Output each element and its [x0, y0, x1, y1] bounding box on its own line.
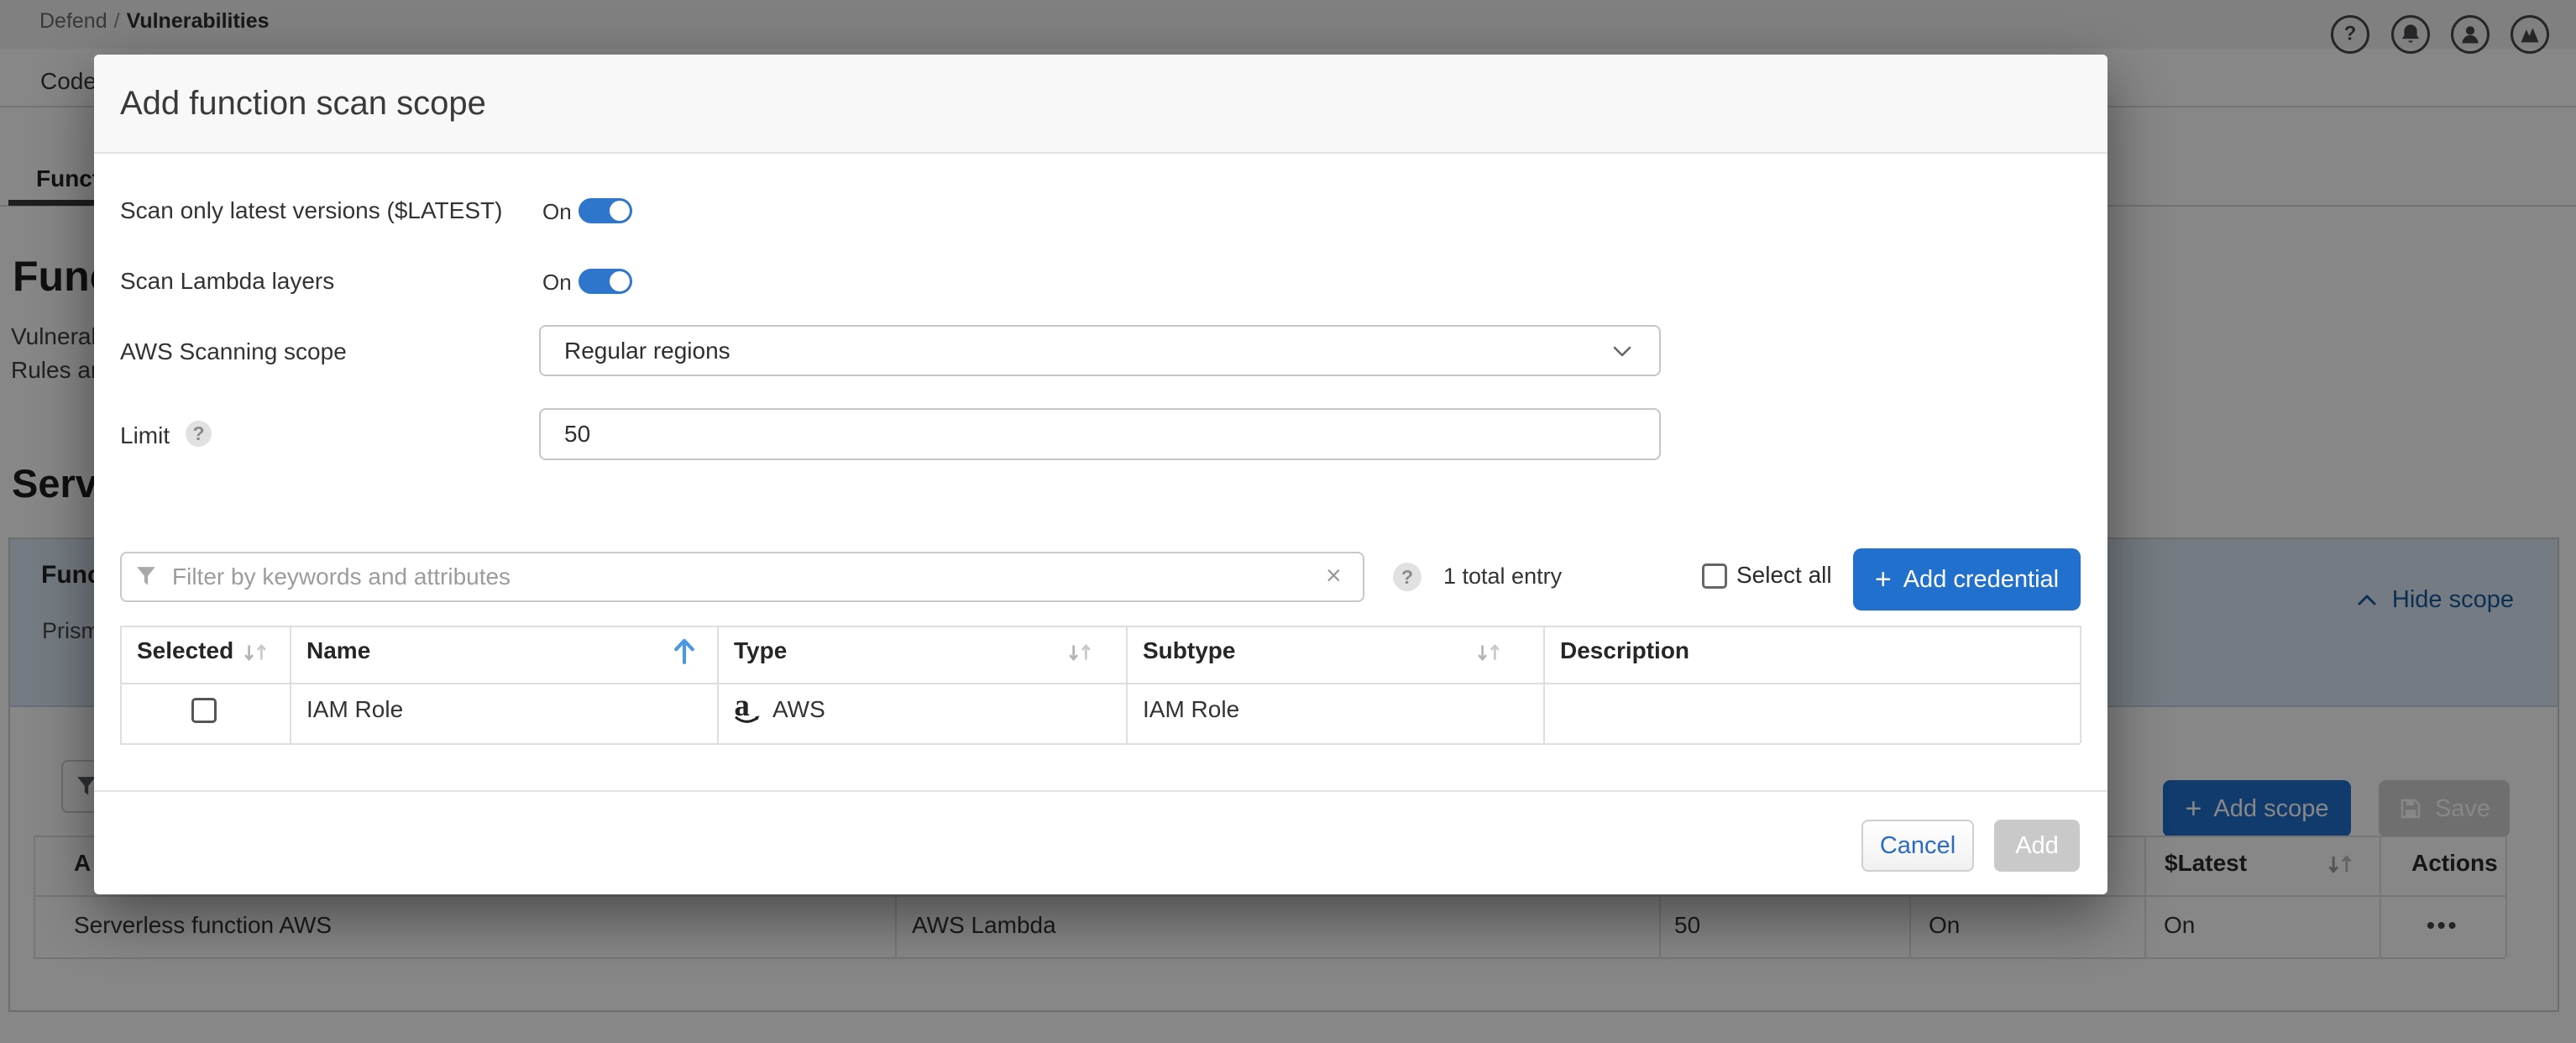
cell-subtype: IAM Role [1143, 696, 1240, 722]
sort-icon[interactable] [1066, 639, 1095, 668]
cancel-label: Cancel [1879, 831, 1956, 859]
modal-table-border [1543, 626, 1545, 743]
toggle-knob [610, 271, 630, 291]
sort-icon[interactable] [242, 639, 270, 668]
modal-table-border [2080, 626, 2081, 743]
add-credential-label: Add credential [1903, 565, 2060, 593]
modal-table-border [120, 626, 2080, 627]
total-entries-label: 1 total entry [1443, 563, 1563, 589]
label-aws-scanning-scope: AWS Scanning scope [120, 338, 347, 364]
col-header-name[interactable]: Name [306, 637, 370, 664]
scan-latest-toggle[interactable] [579, 198, 632, 223]
limit-value: 50 [564, 421, 591, 447]
modal-table-border [290, 626, 291, 743]
cell-type: AWS [772, 696, 825, 722]
filter-help-icon[interactable]: ? [1393, 563, 1422, 591]
select-all-label: Select all [1736, 562, 1832, 588]
cancel-button[interactable]: Cancel [1861, 820, 1974, 872]
row-select-checkbox[interactable] [191, 698, 217, 723]
label-limit: Limit [120, 422, 170, 448]
filter-funnel-icon [137, 567, 155, 585]
plus-icon: + [1874, 563, 1892, 595]
modal-table-border [120, 626, 122, 743]
aws-scanning-scope-select[interactable]: Regular regions [539, 325, 1661, 376]
toggle-knob [610, 201, 630, 221]
modal-table-border [120, 683, 2080, 684]
add-button[interactable]: Add [1994, 820, 2080, 872]
app-root: Defend / Vulnerabilities ? Code Funct Func… [0, 0, 2576, 1043]
toggle-state-label: On [542, 270, 572, 295]
chevron-down-icon [1613, 346, 1631, 357]
modal-table-border [1126, 626, 1128, 743]
sort-ascending-icon[interactable] [672, 636, 697, 666]
amazon-icon: a [735, 688, 760, 723]
sort-icon[interactable] [1475, 639, 1504, 668]
limit-help-icon[interactable]: ? [186, 421, 212, 447]
modal-title: Add function scan scope [120, 84, 486, 122]
modal-table-border [717, 626, 719, 743]
modal-header: Add function scan scope [94, 55, 2107, 154]
clear-filter-icon[interactable]: × [1326, 562, 1342, 589]
cell-name: IAM Role [306, 696, 404, 722]
limit-input[interactable]: 50 [539, 408, 1661, 460]
selected-option: Regular regions [564, 337, 730, 364]
add-credential-button[interactable]: + Add credential [1853, 548, 2081, 611]
label-scan-latest: Scan only latest versions ($LATEST) [120, 197, 503, 223]
modal-footer-divider [94, 790, 2107, 792]
col-header-selected[interactable]: Selected [137, 637, 233, 664]
col-header-description[interactable]: Description [1560, 637, 1689, 664]
toggle-state-label: On [542, 199, 572, 224]
select-all-checkbox[interactable] [1702, 563, 1727, 589]
col-header-subtype[interactable]: Subtype [1143, 637, 1235, 664]
add-function-scan-scope-modal: Add function scan scope Scan only latest… [94, 55, 2107, 894]
scan-layers-toggle[interactable] [579, 269, 632, 294]
credentials-filter-input[interactable] [120, 552, 1364, 602]
modal-table-border [120, 743, 2080, 745]
label-scan-layers: Scan Lambda layers [120, 268, 335, 294]
col-header-type[interactable]: Type [734, 637, 787, 664]
add-label: Add [2015, 831, 2059, 859]
